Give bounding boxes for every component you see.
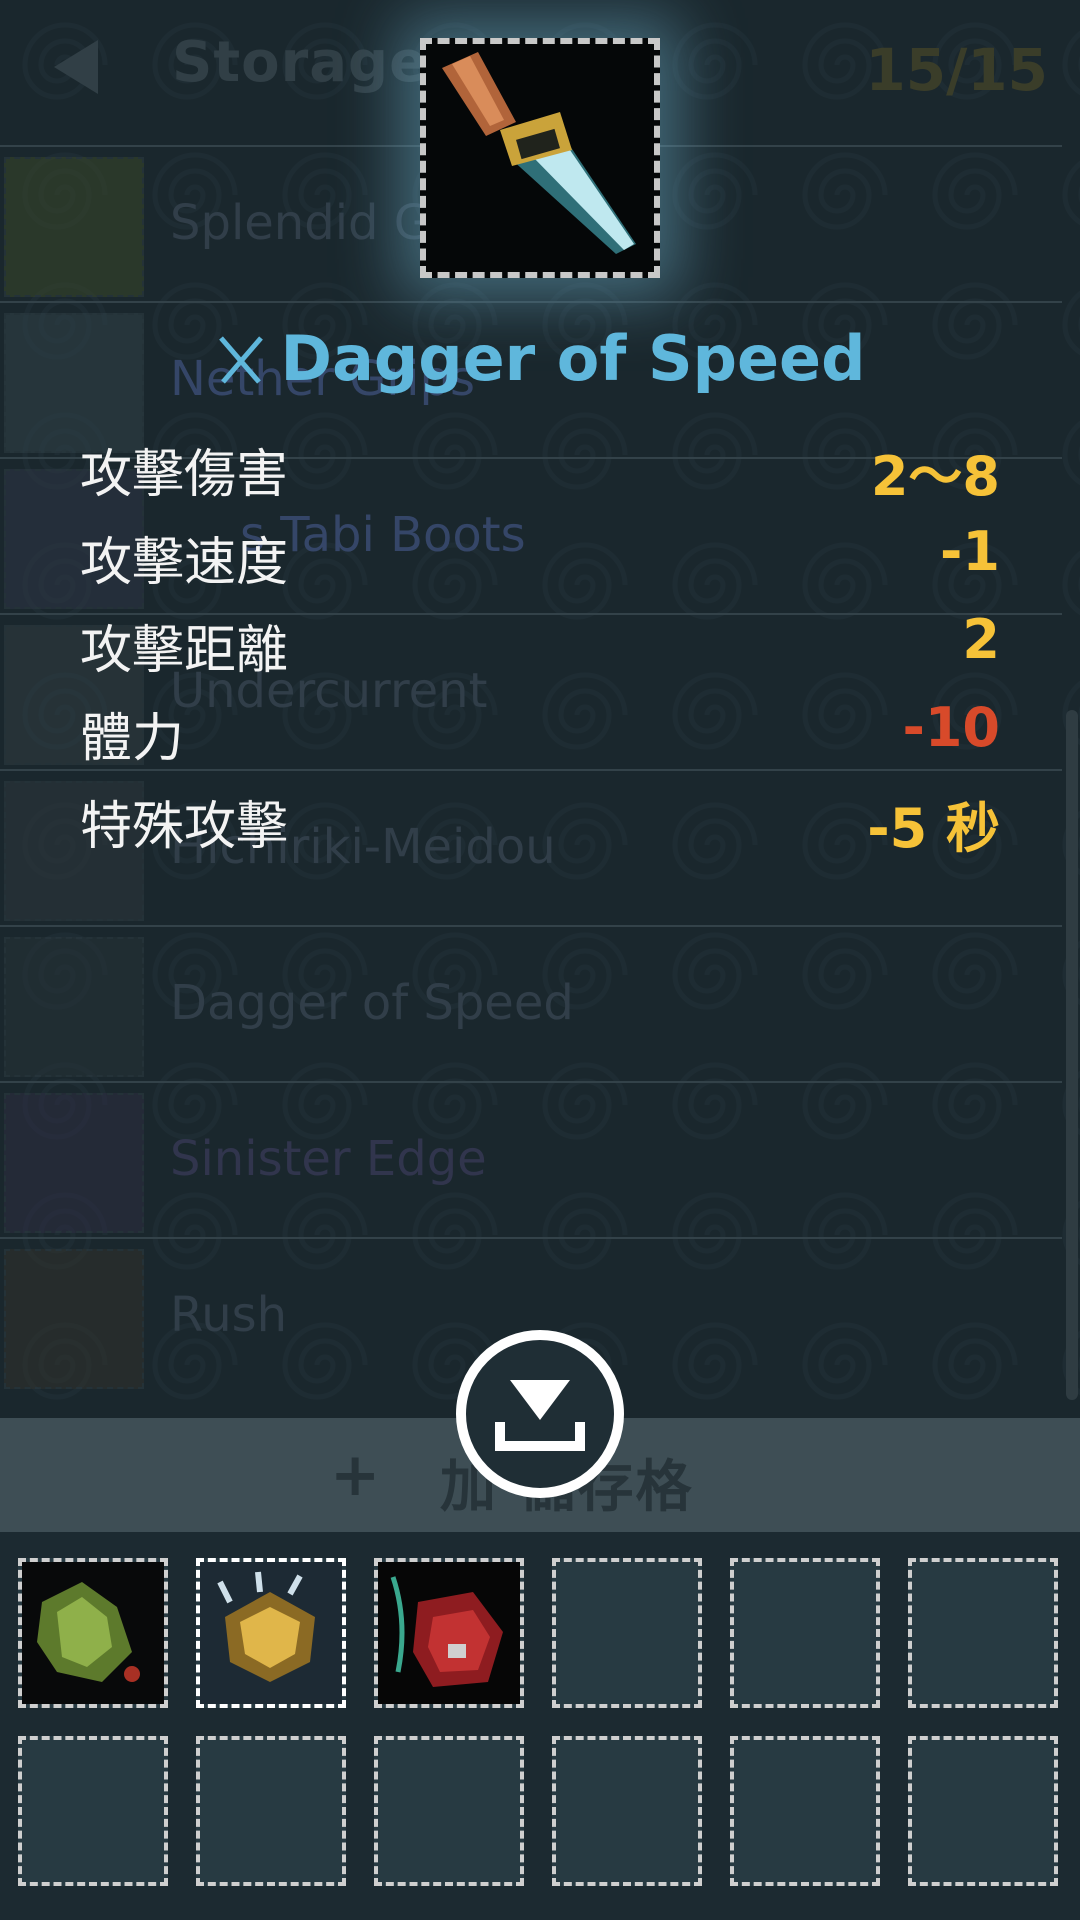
stat-value: -5 秒: [867, 797, 1000, 860]
inventory-grid: [0, 1532, 1080, 1920]
inventory-slot[interactable]: [908, 1558, 1058, 1708]
inventory-slot[interactable]: [552, 1558, 702, 1708]
inventory-slot[interactable]: [730, 1736, 880, 1886]
item-title-text: Dagger of Speed: [280, 322, 866, 395]
stat-row: 攻擊距離 2: [80, 608, 1000, 688]
stat-value: 2: [962, 608, 1000, 671]
stat-label: 攻擊距離: [80, 621, 289, 681]
green-gauntlet-icon: [22, 1562, 164, 1704]
inventory-slot[interactable]: [196, 1558, 346, 1708]
gold-claw-icon: [200, 1562, 342, 1704]
stat-label: 體力: [80, 709, 185, 769]
inventory-slot[interactable]: [908, 1736, 1058, 1886]
inventory-slot[interactable]: [18, 1736, 168, 1886]
stat-row: 特殊攻擊 -5 秒: [80, 784, 1000, 864]
stat-label: 攻擊速度: [80, 533, 289, 593]
stat-label: 攻擊傷害: [80, 445, 289, 505]
stat-value: -10: [902, 696, 1000, 759]
plus-icon: +: [330, 1440, 381, 1510]
stat-row: 攻擊速度 -1: [80, 520, 1000, 600]
stat-row: 攻擊傷害 2～8: [80, 432, 1000, 512]
stat-value: -1: [940, 520, 1000, 583]
inventory-slot[interactable]: [196, 1736, 346, 1886]
inventory-slot[interactable]: [552, 1736, 702, 1886]
stat-value: 2～8: [870, 445, 1000, 508]
inventory-slot[interactable]: [374, 1736, 524, 1886]
inventory-slot[interactable]: [18, 1558, 168, 1708]
item-frame: [420, 38, 660, 278]
inventory-slot[interactable]: [730, 1558, 880, 1708]
item-detail-image: [420, 38, 660, 278]
store-down-icon: [495, 1380, 585, 1451]
item-title: Dagger of Speed: [0, 322, 1080, 395]
stat-label: 特殊攻擊: [80, 797, 289, 857]
red-armor-icon: [378, 1562, 520, 1704]
inventory-slot[interactable]: [374, 1558, 524, 1708]
crossed-swords-icon: [218, 336, 263, 384]
store-item-button[interactable]: [456, 1330, 624, 1498]
stat-row: 體力 -10: [80, 696, 1000, 776]
